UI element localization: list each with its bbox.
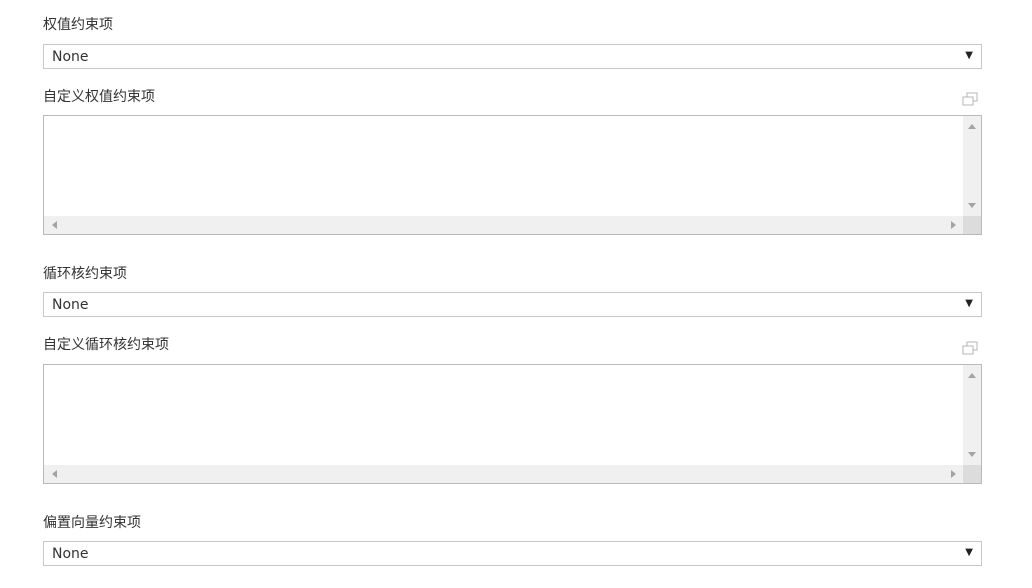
recurrent-constraint-select[interactable]: None ▼ (43, 292, 982, 317)
vertical-scrollbar[interactable] (963, 365, 981, 465)
custom-kernel-constraint-label: 自定义权值约束项 (43, 89, 155, 105)
custom-kernel-constraint-textarea[interactable] (43, 115, 982, 235)
scroll-right-icon[interactable] (951, 470, 956, 478)
kernel-constraint-select[interactable]: None ▼ (43, 44, 982, 69)
scroll-left-icon[interactable] (52, 470, 57, 478)
dropdown-arrow-icon: ▼ (965, 547, 973, 558)
scrollbar-corner (963, 216, 981, 234)
popout-window-icon[interactable] (962, 341, 978, 355)
custom-recurrent-constraint-label: 自定义循环核约束项 (43, 337, 169, 353)
custom-recurrent-constraint-textarea[interactable] (43, 364, 982, 484)
bias-constraint-selected-value: None (52, 546, 89, 562)
scroll-left-icon[interactable] (52, 221, 57, 229)
vertical-scrollbar[interactable] (963, 116, 981, 216)
scroll-down-icon[interactable] (968, 203, 976, 208)
recurrent-constraint-selected-value: None (52, 297, 89, 313)
dropdown-arrow-icon: ▼ (965, 298, 973, 309)
recurrent-constraint-label: 循环核约束项 (43, 266, 127, 282)
dropdown-arrow-icon: ▼ (965, 50, 973, 61)
scroll-right-icon[interactable] (951, 221, 956, 229)
bias-constraint-select[interactable]: None ▼ (43, 541, 982, 566)
scroll-up-icon[interactable] (968, 373, 976, 378)
kernel-constraint-selected-value: None (52, 49, 89, 65)
scroll-up-icon[interactable] (968, 124, 976, 129)
bias-constraint-label: 偏置向量约束项 (43, 515, 141, 531)
horizontal-scrollbar[interactable] (44, 216, 963, 234)
kernel-constraint-label: 权值约束项 (43, 17, 113, 33)
scrollbar-corner (963, 465, 981, 483)
popout-window-icon[interactable] (962, 92, 978, 106)
scroll-down-icon[interactable] (968, 452, 976, 457)
horizontal-scrollbar[interactable] (44, 465, 963, 483)
